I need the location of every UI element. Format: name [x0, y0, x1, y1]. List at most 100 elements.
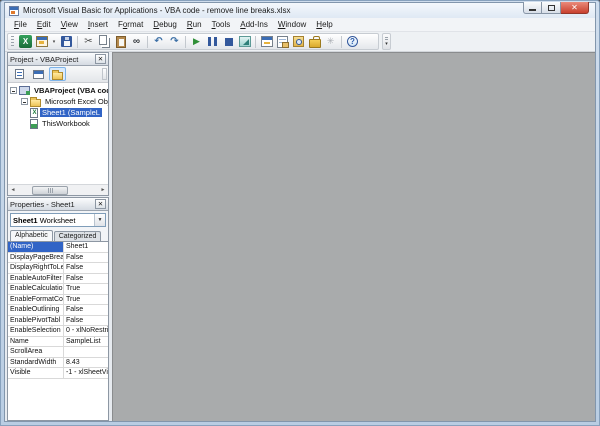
scroll-right-icon[interactable]: ► — [98, 187, 108, 193]
tab-categorized[interactable]: Categorized — [54, 231, 102, 241]
properties-panel-close-button[interactable]: ✕ — [95, 199, 106, 209]
property-name[interactable]: EnableSelection — [8, 326, 64, 336]
toolbox-button[interactable] — [307, 34, 322, 49]
toolbar-options-button[interactable]: ▾ — [382, 33, 391, 50]
property-row[interactable]: NameSampleList — [8, 337, 108, 348]
property-row[interactable]: EnableFormatCoTrue — [8, 295, 108, 306]
toggle-folders-button[interactable] — [49, 67, 66, 81]
menu-debug[interactable]: Debug — [148, 19, 182, 30]
tree-item-thisworkbook[interactable]: ThisWorkbook — [8, 118, 108, 129]
project-horizontal-scrollbar[interactable]: ◄ ► — [8, 184, 108, 195]
project-panel-close-button[interactable]: ✕ — [95, 54, 106, 64]
property-name[interactable]: EnableCalculatio — [8, 284, 64, 294]
property-value[interactable]: 0 - xlNoRestric — [64, 326, 108, 336]
menu-edit[interactable]: Edit — [32, 19, 56, 30]
tab-alphabetic[interactable]: Alphabetic — [10, 230, 53, 241]
scroll-left-icon[interactable]: ◄ — [8, 187, 18, 193]
save-button[interactable] — [59, 34, 74, 49]
property-value[interactable]: False — [64, 274, 108, 284]
scrollbar-track[interactable] — [18, 186, 98, 195]
menu-insert[interactable]: Insert — [83, 19, 113, 30]
cut-button[interactable] — [81, 34, 96, 49]
property-row[interactable]: EnableCalculatioTrue — [8, 284, 108, 295]
menu-tools[interactable]: Tools — [207, 19, 236, 30]
maximize-button[interactable] — [542, 2, 561, 14]
property-row[interactable]: (Name)Sheet1 — [8, 242, 108, 253]
menu-run[interactable]: Run — [182, 19, 207, 30]
break-button[interactable] — [205, 34, 220, 49]
minimize-button[interactable] — [523, 2, 542, 14]
property-name[interactable]: StandardWidth — [8, 358, 64, 368]
run-button[interactable] — [189, 34, 204, 49]
find-button[interactable] — [129, 34, 144, 49]
property-row[interactable]: EnableSelection0 - xlNoRestric — [8, 326, 108, 337]
close-button[interactable]: ✕ — [561, 2, 589, 14]
office-button[interactable] — [323, 34, 338, 49]
property-row[interactable]: EnableAutoFilterFalse — [8, 274, 108, 285]
tree-item-vbaproject-vba-cod[interactable]: VBAProject (VBA cod — [8, 85, 108, 96]
menu-add-ins[interactable]: Add-Ins — [235, 19, 273, 30]
property-value[interactable]: -1 - xlSheetVisi — [64, 368, 108, 378]
property-name[interactable]: (Name) — [8, 242, 64, 252]
property-name[interactable]: EnableAutoFilter — [8, 274, 64, 284]
menu-window[interactable]: Window — [273, 19, 311, 30]
property-name[interactable]: DisplayPageBrea — [8, 253, 64, 263]
property-value[interactable] — [64, 347, 108, 357]
property-value[interactable]: False — [64, 316, 108, 326]
paste-button[interactable] — [113, 34, 128, 49]
chevron-down-icon[interactable]: ▼ — [94, 214, 105, 226]
project-explorer-button[interactable] — [259, 34, 274, 49]
property-name[interactable]: EnableOutlining — [8, 305, 64, 315]
project-toolbar-grip[interactable] — [102, 68, 107, 80]
view-excel-button[interactable] — [18, 34, 33, 49]
tree-item-sheet1-samplel[interactable]: Sheet1 (SampleL — [8, 107, 108, 118]
design-mode-button[interactable] — [237, 34, 252, 49]
property-name[interactable]: DisplayRightToLe — [8, 263, 64, 273]
property-value[interactable]: True — [64, 295, 108, 305]
tree-item-microsoft-excel-obje[interactable]: Microsoft Excel Obje — [8, 96, 108, 107]
redo-button[interactable] — [167, 34, 182, 49]
title-bar[interactable]: Microsoft Visual Basic for Applications … — [5, 3, 595, 18]
properties-panel-header[interactable]: Properties - Sheet1 ✕ — [8, 198, 108, 211]
view-code-button[interactable] — [11, 67, 28, 81]
properties-window-button[interactable] — [275, 34, 290, 49]
menu-format[interactable]: Format — [113, 19, 148, 30]
property-value[interactable]: Sheet1 — [64, 242, 108, 252]
property-row[interactable]: Visible-1 - xlSheetVisi — [8, 368, 108, 379]
menu-file[interactable]: File — [9, 19, 32, 30]
insert-userform-button[interactable] — [34, 34, 49, 49]
property-name[interactable]: Visible — [8, 368, 64, 378]
property-value[interactable]: True — [64, 284, 108, 294]
property-row[interactable]: StandardWidth8.43 — [8, 358, 108, 369]
insert-dropdown-icon[interactable]: ▾ — [50, 34, 58, 49]
property-name[interactable]: Name — [8, 337, 64, 347]
property-value[interactable]: SampleList — [64, 337, 108, 347]
property-value[interactable]: False — [64, 263, 108, 273]
menu-help[interactable]: Help — [311, 19, 337, 30]
property-row[interactable]: EnablePivotTablFalse — [8, 316, 108, 327]
property-value[interactable]: False — [64, 305, 108, 315]
collapse-minus-icon[interactable] — [10, 87, 17, 94]
view-object-button[interactable] — [30, 67, 47, 81]
undo-icon — [152, 35, 165, 48]
copy-button[interactable] — [97, 34, 112, 49]
menu-view[interactable]: View — [56, 19, 83, 30]
project-panel-header[interactable]: Project - VBAProject ✕ — [8, 53, 108, 66]
property-value[interactable]: False — [64, 253, 108, 263]
property-name[interactable]: EnableFormatCo — [8, 295, 64, 305]
object-selector-dropdown[interactable]: Sheet1 Worksheet ▼ — [10, 213, 106, 227]
help-button[interactable] — [345, 34, 360, 49]
property-row[interactable]: EnableOutliningFalse — [8, 305, 108, 316]
object-browser-button[interactable] — [291, 34, 306, 49]
collapse-minus-icon[interactable] — [21, 98, 28, 105]
undo-button[interactable] — [151, 34, 166, 49]
property-row[interactable]: ScrollArea — [8, 347, 108, 358]
property-row[interactable]: DisplayRightToLeFalse — [8, 263, 108, 274]
toolbar-drag-handle[interactable] — [11, 36, 14, 47]
property-value[interactable]: 8.43 — [64, 358, 108, 368]
scrollbar-thumb[interactable] — [32, 186, 68, 195]
property-name[interactable]: EnablePivotTabl — [8, 316, 64, 326]
reset-button[interactable] — [221, 34, 236, 49]
property-row[interactable]: DisplayPageBreaFalse — [8, 253, 108, 264]
property-name[interactable]: ScrollArea — [8, 347, 64, 357]
